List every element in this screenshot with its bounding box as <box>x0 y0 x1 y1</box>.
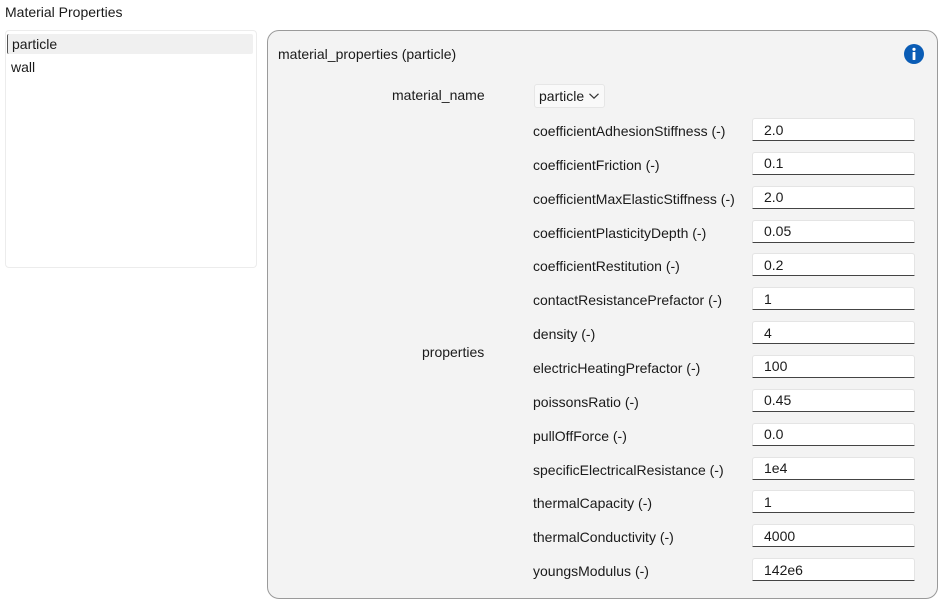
material-properties-panel: material_properties (particle) material_… <box>267 30 938 599</box>
property-name-label: youngsModulus (-) <box>533 563 649 580</box>
material-name-value: particle <box>539 88 585 104</box>
material-name-select[interactable]: particle <box>534 84 606 108</box>
property-name-label: coefficientPlasticityDepth (-) <box>533 224 707 241</box>
page-title: Material Properties <box>5 4 123 20</box>
property-name-label: density (-) <box>533 326 596 343</box>
property-name-label: contactResistancePrefactor (-) <box>533 292 723 309</box>
property-name-label: coefficientAdhesionStiffness (-) <box>533 123 726 139</box>
property-value-input[interactable] <box>752 321 915 345</box>
property-name-label: poissonsRatio (-) <box>533 393 639 410</box>
property-value-input[interactable] <box>752 354 915 378</box>
property-value-input[interactable] <box>752 219 915 243</box>
property-name-label: coefficientMaxElasticStiffness (-) <box>533 190 735 207</box>
property-name-label: thermalCapacity (-) <box>533 495 653 512</box>
chevron-down-icon <box>589 93 600 100</box>
property-name-label: coefficientFriction (-) <box>533 156 660 173</box>
material-list-item-wall[interactable]: wall <box>7 57 253 77</box>
property-name-label: pullOffForce (-) <box>533 427 627 444</box>
property-value-input[interactable] <box>752 287 915 311</box>
info-icon[interactable] <box>903 43 925 65</box>
material-list-item-particle[interactable]: particle <box>7 34 253 54</box>
material-name-label: material_name <box>392 87 485 103</box>
property-name-label: specificElectricalResistance (-) <box>533 461 724 478</box>
property-value-input[interactable] <box>752 185 915 209</box>
property-value-input[interactable] <box>752 558 915 582</box>
property-value-input[interactable] <box>752 253 915 277</box>
material-list: particle wall <box>5 30 257 268</box>
property-name-label: electricHeatingPrefactor (-) <box>533 359 701 376</box>
property-name-label: thermalConductivity (-) <box>533 529 674 546</box>
property-value-input[interactable] <box>752 388 915 412</box>
property-value-input[interactable] <box>752 422 915 446</box>
property-value-input[interactable] <box>752 118 915 141</box>
property-value-input[interactable] <box>752 490 915 514</box>
property-value-input[interactable] <box>752 456 915 480</box>
panel-title: material_properties (particle) <box>278 46 457 62</box>
properties-label: properties <box>422 344 485 360</box>
property-value-input[interactable] <box>752 151 915 175</box>
property-value-input[interactable] <box>752 524 915 548</box>
property-name-label: coefficientRestitution (-) <box>533 258 680 275</box>
